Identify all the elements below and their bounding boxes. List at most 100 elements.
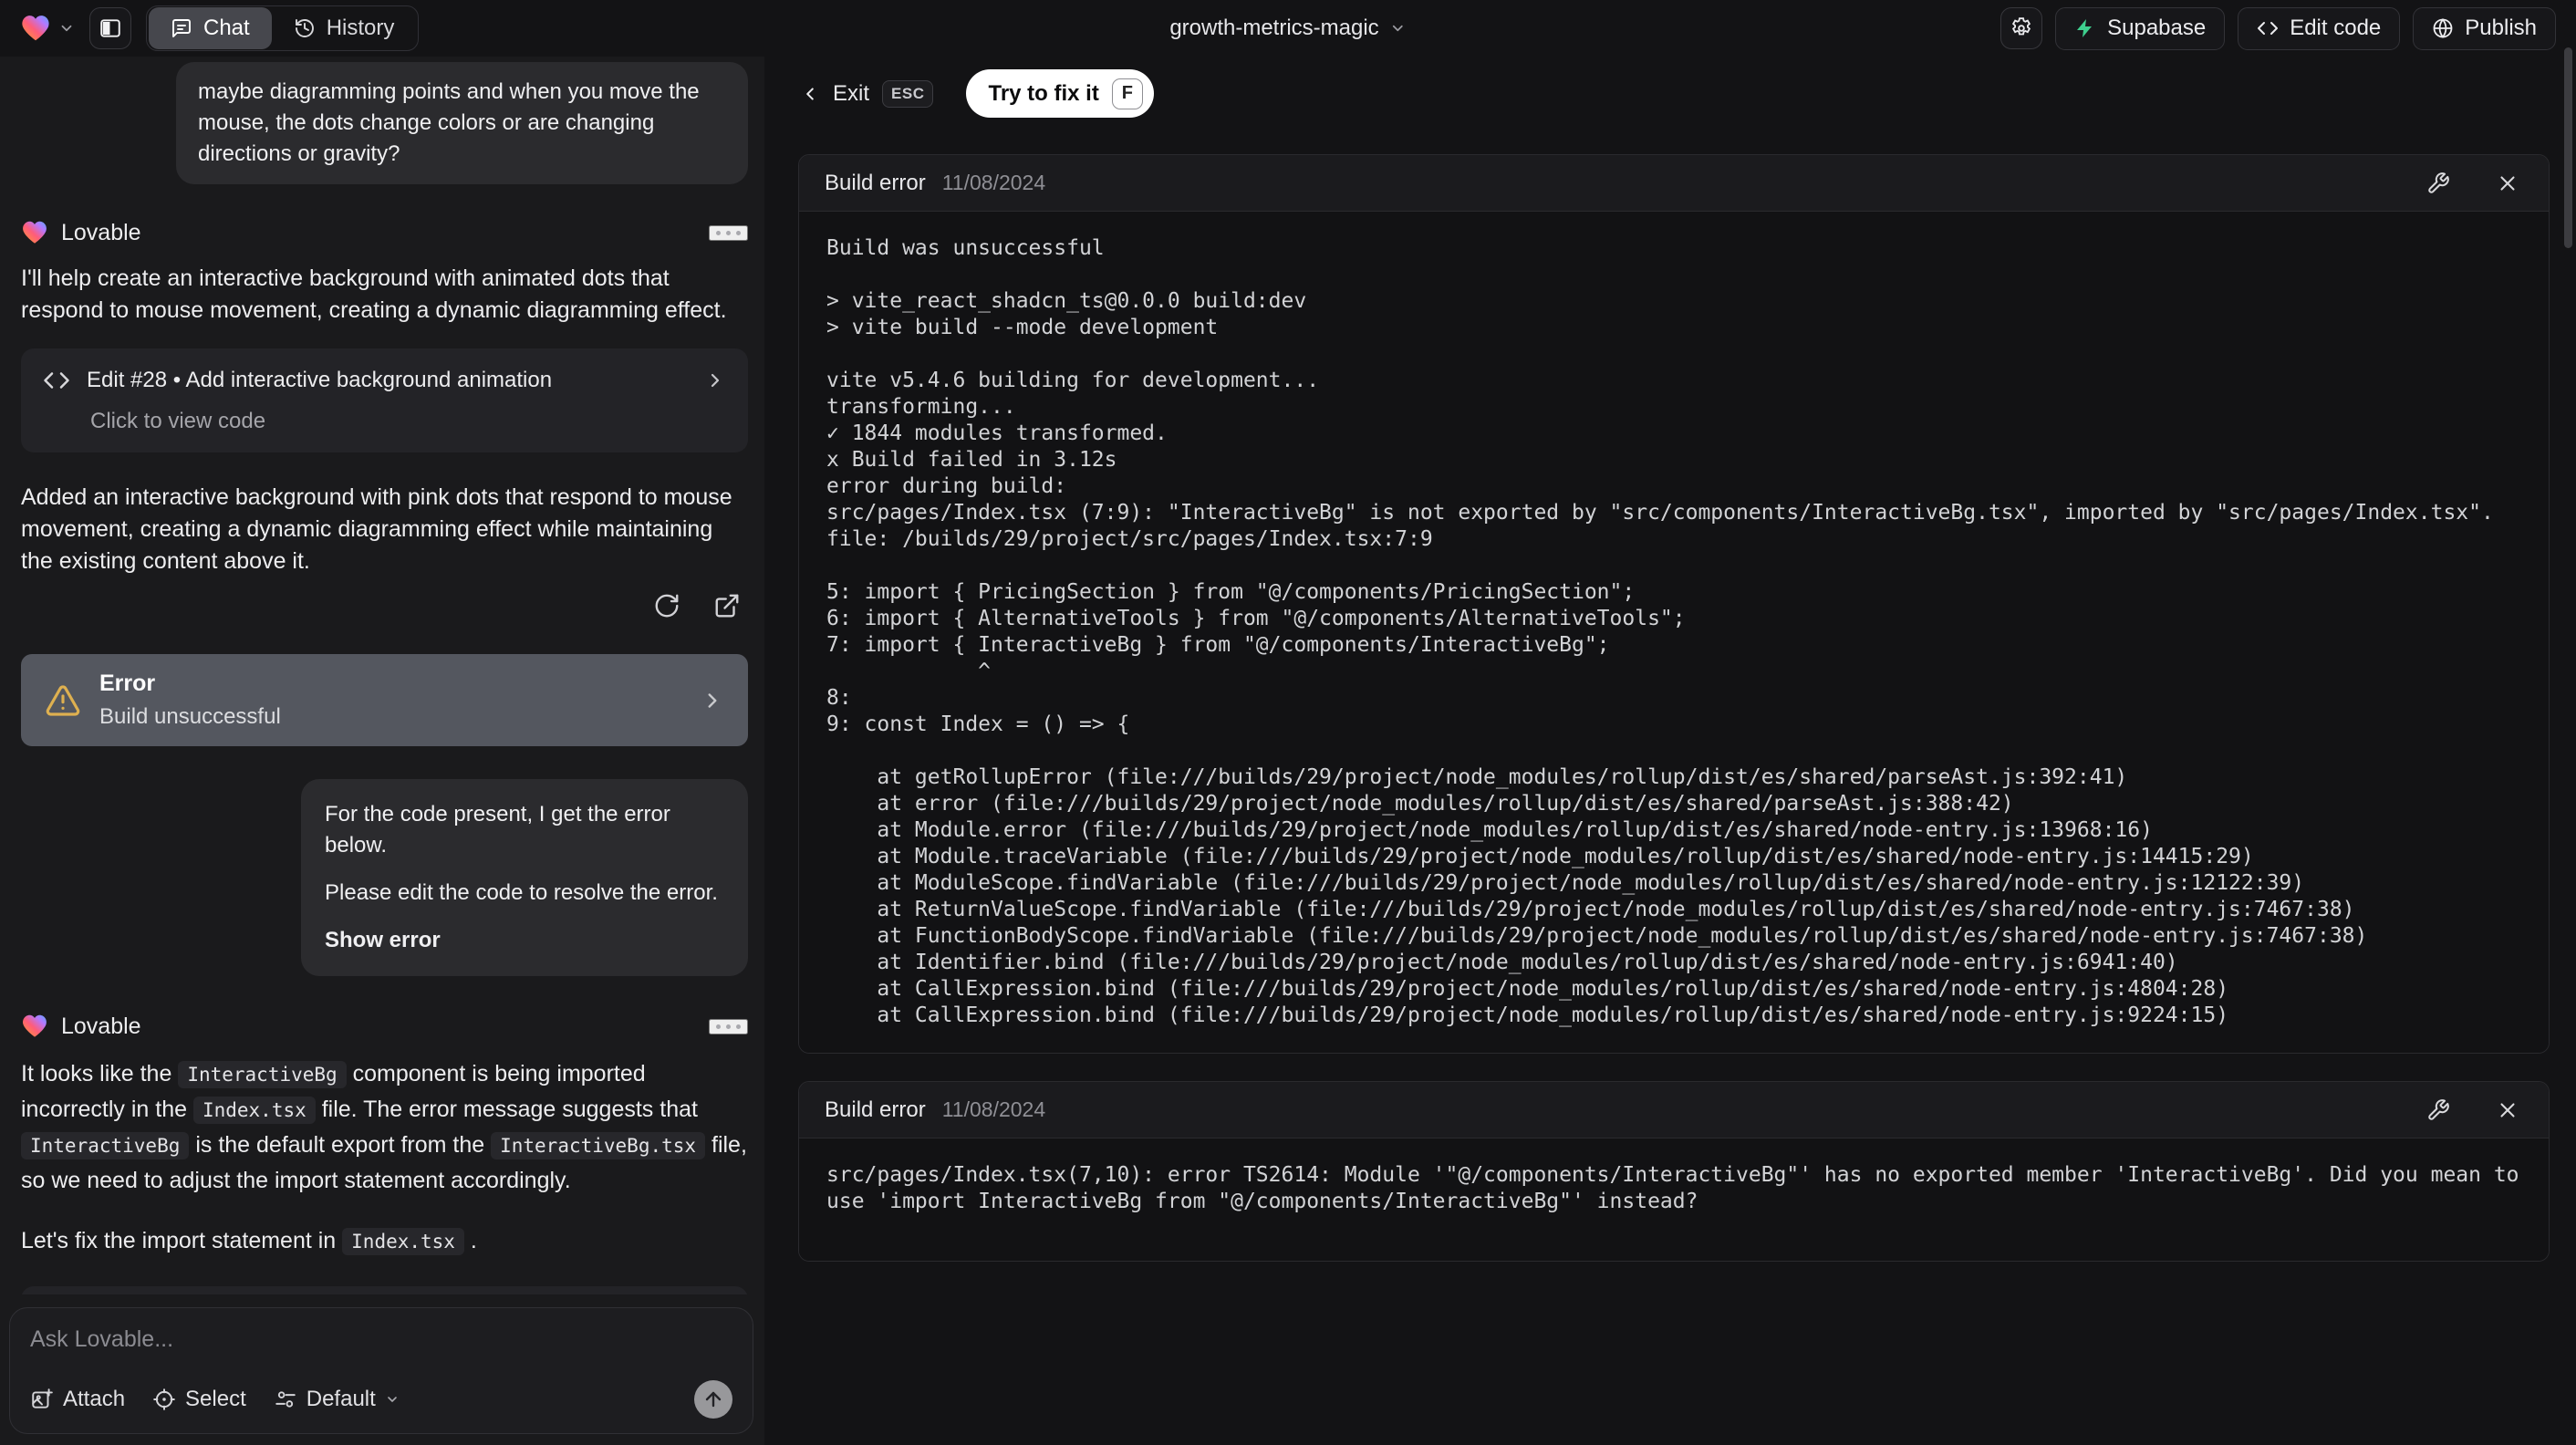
publish-label: Publish xyxy=(2465,16,2537,40)
chat-message-list[interactable]: maybe diagramming points and when you mo… xyxy=(0,57,764,1294)
inline-code: InteractiveBg xyxy=(21,1132,190,1159)
esc-kbd: ESC xyxy=(882,79,934,108)
show-error-link[interactable]: Show error xyxy=(325,925,724,956)
select-label: Select xyxy=(185,1387,246,1411)
composer-input[interactable] xyxy=(30,1326,732,1353)
error-overlay: Exit ESC Try to fix it F Build error 11/… xyxy=(764,57,2576,1445)
publish-button[interactable]: Publish xyxy=(2413,6,2556,50)
fix-error-button[interactable] xyxy=(2423,168,2454,199)
select-element-button[interactable]: Select xyxy=(152,1387,246,1412)
edit-code-button[interactable]: Edit code xyxy=(2238,6,2401,50)
code-icon xyxy=(44,372,69,389)
target-icon xyxy=(153,1388,175,1410)
try-to-fix-label: Try to fix it xyxy=(988,80,1099,106)
build-error-panel-1: Build error 11/08/2024 Build was unsucce… xyxy=(798,154,2550,1054)
close-icon xyxy=(2500,1102,2515,1118)
message-options-button[interactable] xyxy=(709,1018,748,1034)
f-kbd: F xyxy=(1111,78,1143,109)
text-segment: file. The error message suggests that xyxy=(315,1097,698,1122)
try-to-fix-button[interactable]: Try to fix it F xyxy=(966,69,1154,118)
assistant-paragraph: It looks like the InteractiveBg componen… xyxy=(21,1056,748,1198)
error-card-title: Error xyxy=(99,671,156,696)
error-log-text: Build was unsuccessful > vite_react_shad… xyxy=(826,236,2494,1027)
inline-code: Index.tsx xyxy=(192,1097,316,1124)
open-preview-button[interactable] xyxy=(710,588,744,623)
chat-panel: maybe diagramming points and when you mo… xyxy=(0,57,764,1445)
chevron-right-icon xyxy=(711,373,720,388)
history-icon xyxy=(295,19,314,37)
assistant-paragraph: Let's fix the import statement in Index.… xyxy=(21,1223,748,1259)
chevron-down-icon xyxy=(387,1397,397,1402)
panel-title: Build error xyxy=(825,170,926,195)
gear-icon xyxy=(2012,17,2031,36)
heart-logo-icon xyxy=(23,221,47,244)
chevron-right-icon xyxy=(708,692,717,708)
user-message-text: For the code present, I get the error be… xyxy=(325,802,670,858)
tab-history[interactable]: History xyxy=(272,7,417,49)
send-button[interactable] xyxy=(694,1380,732,1419)
inline-code: Index.tsx xyxy=(342,1228,464,1255)
text-segment: It looks like the xyxy=(21,1061,179,1086)
message-options-button[interactable] xyxy=(709,224,748,241)
user-message: For the code present, I get the error be… xyxy=(301,779,748,976)
error-log[interactable]: Build was unsuccessful > vite_react_shad… xyxy=(799,212,2549,1053)
scrollbar-thumb[interactable] xyxy=(2564,47,2572,248)
inline-code: InteractiveBg xyxy=(178,1061,347,1088)
tab-chat-label: Chat xyxy=(203,16,250,40)
project-title: growth-metrics-magic xyxy=(1169,16,1379,40)
user-message: maybe diagramming points and when you mo… xyxy=(176,62,748,184)
assistant-name: Lovable xyxy=(61,1013,141,1039)
attach-button[interactable]: Attach xyxy=(30,1387,125,1412)
close-panel-button[interactable] xyxy=(2492,1095,2523,1126)
assistant-paragraph: I'll help create an interactive backgrou… xyxy=(21,265,727,323)
error-log[interactable]: src/pages/Index.tsx(7,10): error TS2614:… xyxy=(799,1138,2549,1261)
exit-button[interactable]: Exit ESC xyxy=(800,79,934,108)
edit-card-28[interactable]: Edit #28 • Add interactive background an… xyxy=(21,348,748,452)
tab-chat[interactable]: Chat xyxy=(149,7,272,49)
chevron-down-icon xyxy=(1393,25,1404,32)
globe-icon xyxy=(2433,18,2453,38)
attach-image-icon xyxy=(32,1388,53,1409)
sliders-icon xyxy=(275,1391,296,1408)
error-log-text: src/pages/Index.tsx(7,10): error TS2614:… xyxy=(826,1163,2532,1213)
panel-date: 11/08/2024 xyxy=(941,171,1046,194)
attach-label: Attach xyxy=(63,1387,126,1411)
settings-button[interactable] xyxy=(2000,7,2043,49)
user-message-text: Please edit the code to resolve the erro… xyxy=(325,880,718,905)
assistant-paragraph: Added an interactive background with pin… xyxy=(21,484,732,574)
chat-bubble-icon xyxy=(172,19,191,37)
text-segment: is the default export from the xyxy=(189,1132,492,1158)
rotate-icon xyxy=(655,594,679,618)
text-segment: . xyxy=(463,1228,477,1253)
code-icon xyxy=(2258,22,2279,35)
fix-error-button[interactable] xyxy=(2423,1095,2454,1126)
project-title-menu[interactable]: growth-metrics-magic xyxy=(1169,16,1406,41)
user-message-text: maybe diagramming points and when you mo… xyxy=(198,79,700,166)
assistant-name: Lovable xyxy=(61,219,141,245)
panel-title: Build error xyxy=(825,1097,926,1122)
exit-label: Exit xyxy=(833,80,870,106)
build-error-card[interactable]: Error Build unsuccessful xyxy=(21,654,748,746)
chevron-down-icon xyxy=(61,25,72,32)
supabase-bolt-icon xyxy=(2077,19,2093,37)
edit-card-title: Edit #28 • Add interactive background an… xyxy=(87,368,553,392)
heart-logo-icon xyxy=(22,16,49,41)
edit-card-29[interactable]: Edit #29 • Fix import error for Interact… xyxy=(21,1286,748,1294)
chat-history-tab-group: Chat History xyxy=(146,5,420,51)
close-panel-button[interactable] xyxy=(2492,168,2523,199)
sidebar-toggle-button[interactable] xyxy=(89,7,131,49)
assistant-header: Lovable xyxy=(21,1013,748,1040)
panel-left-icon xyxy=(100,19,120,37)
tab-history-label: History xyxy=(326,16,395,40)
text-segment: Let's fix the import statement in xyxy=(21,1228,343,1253)
mode-label: Default xyxy=(306,1387,376,1411)
arrow-up-icon xyxy=(705,1391,722,1408)
supabase-button[interactable]: Supabase xyxy=(2055,6,2226,50)
restore-version-button[interactable] xyxy=(649,588,684,623)
mode-select[interactable]: Default xyxy=(274,1387,400,1412)
close-icon xyxy=(2500,175,2515,191)
lovable-logo[interactable] xyxy=(20,13,75,44)
heart-logo-icon xyxy=(23,1014,47,1037)
composer: Attach Select Default xyxy=(9,1307,753,1434)
edit-card-subtitle: Click to view code xyxy=(90,409,266,433)
